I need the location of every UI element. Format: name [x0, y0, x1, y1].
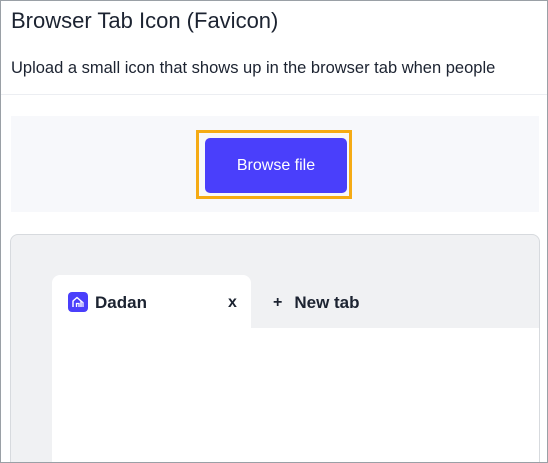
preview-new-tab: + New tab	[273, 293, 360, 313]
preview-active-tab: Dadan x	[52, 275, 251, 335]
section-description: Upload a small icon that shows up in the…	[11, 59, 496, 77]
favicon-settings-panel: Browser Tab Icon (Favicon) Upload a smal…	[0, 0, 548, 463]
preview-tab-close-icon: x	[228, 294, 237, 311]
preview-tab-label: Dadan	[95, 293, 147, 312]
divider	[1, 94, 547, 95]
plus-icon: +	[273, 294, 283, 311]
browser-tab-preview: Dadan x + New tab	[10, 234, 540, 462]
section-title: Browser Tab Icon (Favicon)	[11, 8, 279, 33]
browse-file-button[interactable]: Browse file	[205, 138, 347, 193]
home-logo-icon	[68, 292, 88, 312]
preview-page-body	[52, 328, 539, 462]
new-tab-label: New tab	[294, 293, 360, 312]
